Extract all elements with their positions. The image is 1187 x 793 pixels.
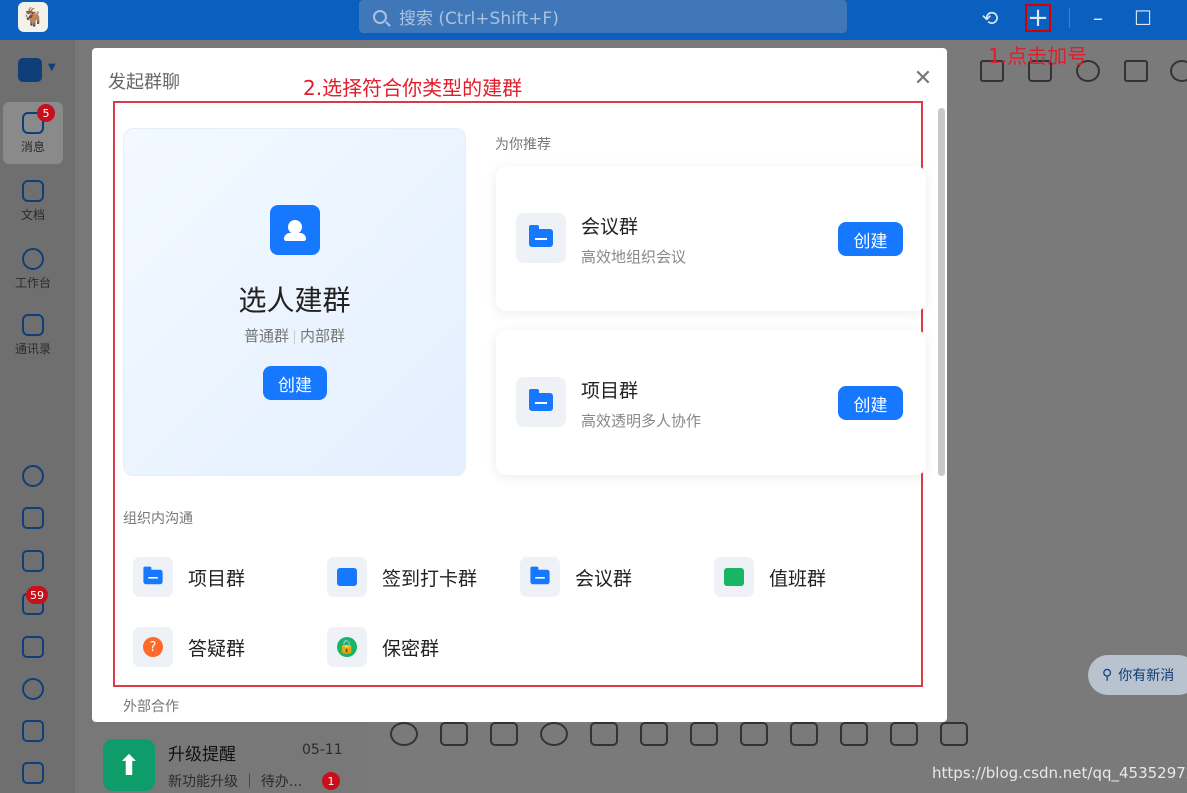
search-input[interactable]: 搜索 (Ctrl+Shift+F) [359, 0, 847, 33]
scissors-icon[interactable] [490, 722, 518, 746]
search-icon [373, 9, 387, 24]
card-desc: 高效地组织会议 [581, 248, 687, 266]
person-icon [270, 205, 320, 255]
project-folder-icon [133, 557, 173, 597]
folder-icon [520, 557, 560, 597]
create-button[interactable]: 创建 [838, 222, 903, 256]
mail-icon[interactable] [22, 636, 44, 658]
approval-icon[interactable] [22, 720, 44, 742]
group-item-secret[interactable]: 🔒 保密群 [327, 625, 439, 669]
create-button[interactable]: 创建 [263, 366, 327, 400]
contacts-icon [22, 313, 44, 336]
todo-icon[interactable] [22, 550, 44, 572]
meeting-group-card[interactable]: 会议群 高效地组织会议 创建 [496, 166, 926, 311]
lock-icon: 🔒 [327, 627, 367, 667]
subtitle-part: 普通群 [243, 327, 289, 345]
nav-label: 消息 [20, 139, 45, 154]
chat-item-date: 05-11 [302, 742, 343, 758]
ding-badge: 59 [26, 586, 48, 604]
group-item-checkin[interactable]: 签到打卡群 [327, 555, 477, 599]
group-name: 签到打卡群 [382, 567, 478, 590]
watermark: https://blog.csdn.net/qq_45352972 [932, 764, 1187, 782]
like-icon[interactable] [440, 722, 468, 746]
divider [1069, 8, 1070, 28]
pin-icon: ⚲ [1102, 667, 1113, 683]
group-item-project[interactable]: 项目群 [133, 555, 245, 599]
app-logo: 🐐 [18, 2, 48, 32]
check-icon[interactable] [690, 722, 718, 746]
chat-item-title[interactable]: 升级提醒 [168, 740, 236, 765]
folder-icon[interactable] [22, 762, 44, 784]
subtitle-part: 内部群 [300, 327, 346, 345]
group-name: 会议群 [575, 567, 633, 590]
card-desc: 高效透明多人协作 [581, 412, 702, 430]
workbench-icon [22, 247, 44, 270]
at-icon[interactable] [540, 722, 568, 746]
project-group-card[interactable]: 项目群 高效透明多人协作 创建 [496, 330, 926, 475]
call-icon[interactable] [790, 722, 818, 746]
minimize-icon[interactable]: – [1086, 6, 1110, 30]
select-people-card[interactable]: 选人建群 普通群 内部群 创建 [123, 128, 466, 476]
plus-icon[interactable]: + [1026, 3, 1050, 33]
video-icon[interactable] [840, 722, 868, 746]
dropdown-arrow-icon[interactable]: ▼ [48, 62, 56, 73]
create-group-dialog: 发起群聊 2.选择符合你类型的建群 ✕ 选人建群 普通群 内部群 创建 为你推荐 … [92, 48, 947, 722]
card-subtitle: 普通群 内部群 [124, 325, 465, 346]
nav-item-workbench[interactable]: 工作台 [3, 238, 63, 300]
emoji-icon[interactable] [390, 722, 418, 746]
scan-icon[interactable] [940, 722, 968, 746]
apps-grid-icon[interactable] [18, 58, 42, 82]
external-section-label: 外部合作 [123, 699, 179, 715]
more-icon[interactable] [990, 722, 1018, 746]
mail-icon[interactable] [890, 722, 918, 746]
project-folder-icon [516, 377, 566, 427]
folder-icon [516, 213, 566, 263]
cloud-icon[interactable] [22, 465, 44, 487]
card-title: 项目群 [581, 380, 639, 402]
note-icon[interactable] [640, 722, 668, 746]
recommend-label: 为你推荐 [495, 137, 551, 153]
card-title: 会议群 [581, 216, 639, 238]
settings-icon[interactable] [1170, 60, 1187, 82]
new-message-pill[interactable]: ⚲ 你有新消 [1088, 655, 1187, 695]
chat-item-badge: 1 [322, 772, 340, 790]
group-name: 答疑群 [188, 637, 246, 660]
group-name: 项目群 [188, 567, 246, 590]
history-icon[interactable]: ⟲ [978, 6, 1002, 30]
annotation-step2: 2.选择符合你类型的建群 [303, 76, 523, 100]
nav-item-docs[interactable]: 文档 [3, 170, 63, 232]
chat-item-preview: 新功能升级 ｜ 待办... [168, 774, 303, 790]
search-placeholder: 搜索 (Ctrl+Shift+F) [399, 9, 559, 29]
group-name: 值班群 [769, 567, 827, 590]
nav-label: 通讯录 [14, 341, 51, 356]
question-icon: ? [133, 627, 173, 667]
upgrade-icon: ⬆ [103, 739, 155, 791]
ding-icon[interactable] [740, 722, 768, 746]
nav-label: 文档 [20, 207, 45, 222]
group-item-qa[interactable]: ? 答疑群 [133, 625, 245, 669]
calendar-icon [714, 557, 754, 597]
group-name: 保密群 [382, 637, 440, 660]
phone-icon[interactable] [22, 678, 44, 700]
dialog-title: 发起群聊 [108, 72, 180, 93]
chat-toolbar [390, 722, 1018, 746]
checkin-icon [327, 557, 367, 597]
nav-item-contacts[interactable]: 通讯录 [3, 304, 63, 366]
calendar-icon[interactable] [22, 507, 44, 529]
org-section-label: 组织内沟通 [123, 511, 193, 527]
new-message-label: 你有新消 [1118, 668, 1175, 684]
document-icon [22, 179, 44, 202]
nav-label: 工作台 [14, 275, 51, 290]
card-title: 选人建群 [238, 284, 351, 317]
scrollbar[interactable] [938, 108, 945, 476]
annotation-step1: 1.点击加号 [988, 44, 1088, 68]
create-button[interactable]: 创建 [838, 386, 903, 420]
maximize-icon[interactable]: ☐ [1131, 6, 1155, 30]
group-item-duty[interactable]: 值班群 [714, 555, 826, 599]
group-item-meeting[interactable]: 会议群 [520, 555, 632, 599]
folder-add-icon[interactable] [590, 722, 618, 746]
unread-badge: 5 [37, 104, 55, 122]
close-icon[interactable]: ✕ [912, 68, 934, 90]
search-history-icon[interactable] [1124, 60, 1148, 82]
